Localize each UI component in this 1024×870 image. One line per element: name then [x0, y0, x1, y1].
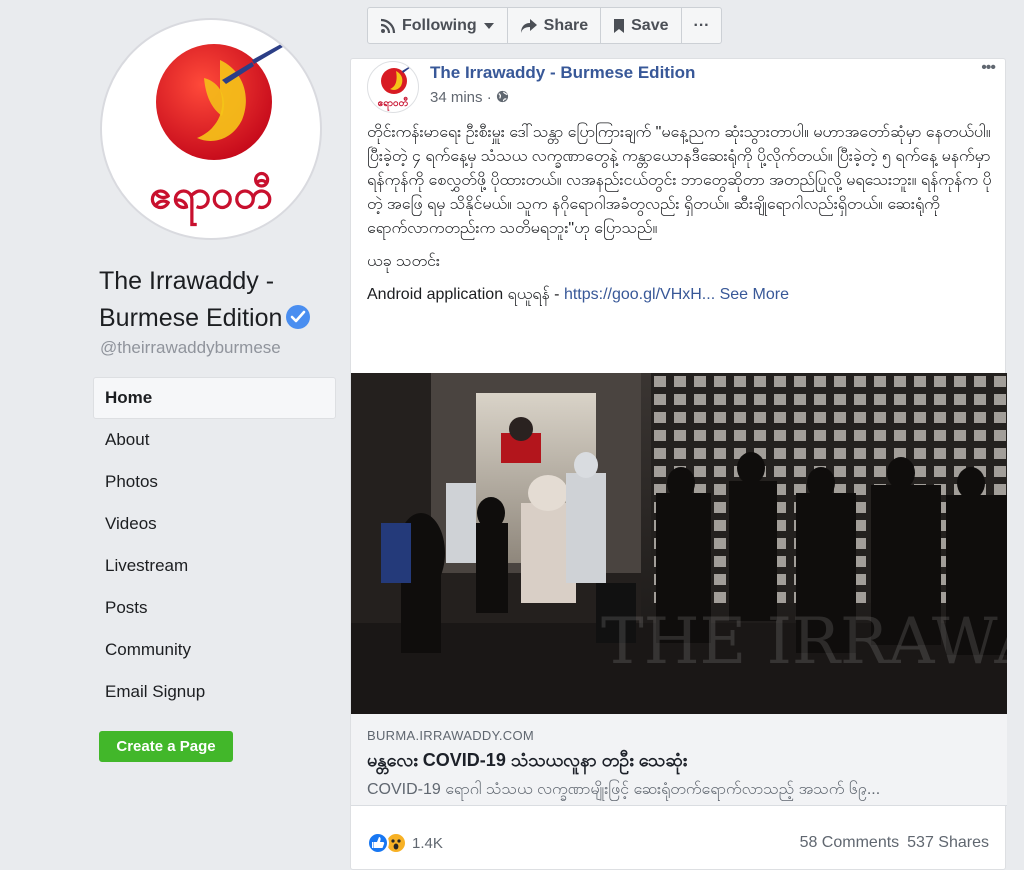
save-label: Save — [631, 16, 669, 34]
nav-item-posts[interactable]: Posts — [93, 587, 336, 629]
comments-count[interactable]: 58 Comments — [800, 834, 900, 851]
nav-item-livestream[interactable]: Livestream — [93, 545, 336, 587]
share-label: Share — [543, 16, 589, 34]
share-arrow-icon — [520, 18, 537, 33]
nav-item-photos[interactable]: Photos — [93, 461, 336, 503]
link-preview-card[interactable]: BURMA.IRRAWADDY.COM မန္တလေး COVID-19 သံသ… — [351, 714, 1007, 806]
page-action-toolbar: Following Share Save ··· — [367, 7, 723, 44]
page-name-text[interactable]: The Irrawaddy - Burmese Edition — [99, 267, 282, 332]
reactions-summary[interactable]: 1.4K — [367, 832, 443, 854]
page-profile-picture[interactable]: ဧရာဝတီ — [100, 18, 322, 240]
news-photo: THE IRRAWADDY — [351, 373, 1007, 714]
post-author-avatar[interactable]: ဧရာဝတီ — [367, 61, 419, 113]
reaction-count: 1.4K — [412, 834, 443, 852]
nav-item-home[interactable]: Home — [93, 377, 336, 419]
post-body-text: တိုင်းကန်းမာရေး ဦးစီးမှူး ဒေါ်သန္တာ ပြော… — [367, 124, 992, 237]
engagement-counts: 58 Comments 537 Shares — [800, 834, 989, 852]
feed-post: ဧရာဝတီ The Irrawaddy - Burmese Edition 3… — [350, 58, 1007, 870]
logo-text-small: ဧရာဝတီ — [378, 96, 409, 112]
logo-text: ဧရာဝတီ — [149, 172, 272, 227]
post-time-text[interactable]: 34 mins · — [430, 89, 492, 106]
page-nav: Home About Photos Videos Livestream Post… — [93, 377, 336, 713]
create-page-button[interactable]: Create a Page — [99, 731, 233, 762]
post-android-line: Android application ရယူရန် - https://goo… — [367, 283, 997, 307]
share-button[interactable]: Share — [508, 8, 602, 43]
like-reaction-icon — [367, 832, 389, 854]
post-credit: ယခု သတင်း — [367, 253, 440, 270]
irrawaddy-logo-small: ဧရာဝတီ — [378, 65, 412, 112]
irrawaddy-logo: ဧရာဝတီ — [149, 38, 292, 227]
post-options-icon[interactable]: ••• — [981, 59, 996, 77]
page-handle: @theirrawaddyburmese — [100, 338, 281, 357]
android-link[interactable]: https://goo.gl/VHxH... — [564, 286, 715, 303]
see-more-link[interactable]: See More — [720, 286, 789, 303]
rss-icon — [380, 18, 396, 33]
page-title[interactable]: The Irrawaddy - Burmese Edition — [99, 263, 339, 337]
link-domain: BURMA.IRRAWADDY.COM — [367, 728, 535, 743]
nav-item-community[interactable]: Community — [93, 629, 336, 671]
post-message: တိုင်းကန်းမာရေး ဦးစီးမှူး ဒေါ်သန္တာ ပြော… — [367, 121, 997, 316]
caret-down-icon — [483, 22, 494, 29]
android-prefix: Android application ရယူရန် - — [367, 286, 564, 303]
globe-icon — [496, 90, 508, 103]
nav-item-email-signup[interactable]: Email Signup — [93, 671, 336, 713]
shares-count[interactable]: 537 Shares — [907, 834, 989, 851]
following-label: Following — [402, 16, 477, 34]
post-author-name[interactable]: The Irrawaddy - Burmese Edition — [430, 63, 695, 83]
photo-watermark: THE IRRAWADDY — [601, 605, 1007, 679]
link-title[interactable]: မန္တလေး COVID-19 သံသယလူနာ တဦး သေဆုံး — [367, 748, 687, 775]
nav-item-videos[interactable]: Videos — [93, 503, 336, 545]
following-button[interactable]: Following — [368, 8, 508, 43]
save-button[interactable]: Save — [601, 8, 682, 43]
more-options-button[interactable]: ··· — [682, 8, 722, 43]
link-description: COVID-19 ရောဂါ သံသယ လက္ခဏာမျိုးဖြင့် ဆေး… — [367, 781, 881, 798]
link-preview-image[interactable]: THE IRRAWADDY — [351, 373, 1007, 714]
bookmark-icon — [614, 18, 625, 33]
verified-badge-icon — [286, 305, 311, 329]
nav-item-about[interactable]: About — [93, 419, 336, 461]
page-sidebar: ဧရာဝတီ The Irrawaddy - Burmese Edition @… — [0, 0, 345, 870]
post-timestamp[interactable]: 34 mins · — [430, 89, 509, 106]
